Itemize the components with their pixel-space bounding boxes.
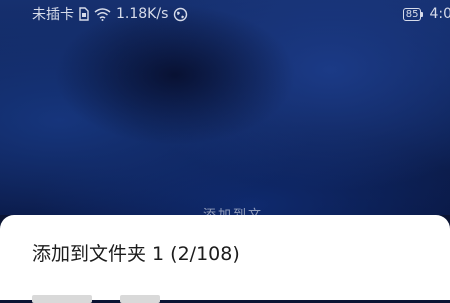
sim-card-icon bbox=[79, 7, 89, 21]
video-background: 添加到文 bbox=[0, 0, 450, 216]
status-bar: 未插卡 1.18K/s 85 4:0 bbox=[0, 0, 450, 28]
clock: 4:0 bbox=[429, 6, 450, 22]
add-to-folder-sheet: 添加到文件夹 1 (2/108) bbox=[0, 215, 450, 303]
status-left: 未插卡 1.18K/s bbox=[32, 5, 188, 23]
carrier-label: 未插卡 bbox=[32, 7, 74, 23]
sheet-title: 添加到文件夹 1 (2/108) bbox=[32, 243, 240, 265]
battery-icon: 85 bbox=[402, 7, 424, 21]
wifi-icon bbox=[94, 7, 111, 21]
status-right: 85 4:0 bbox=[402, 5, 450, 23]
list-item-placeholder bbox=[120, 295, 160, 303]
list-item-placeholder bbox=[32, 295, 92, 303]
battery-level: 85 bbox=[405, 8, 419, 20]
network-speed: 1.18K/s bbox=[116, 6, 169, 22]
vpn-globe-icon bbox=[173, 7, 188, 22]
